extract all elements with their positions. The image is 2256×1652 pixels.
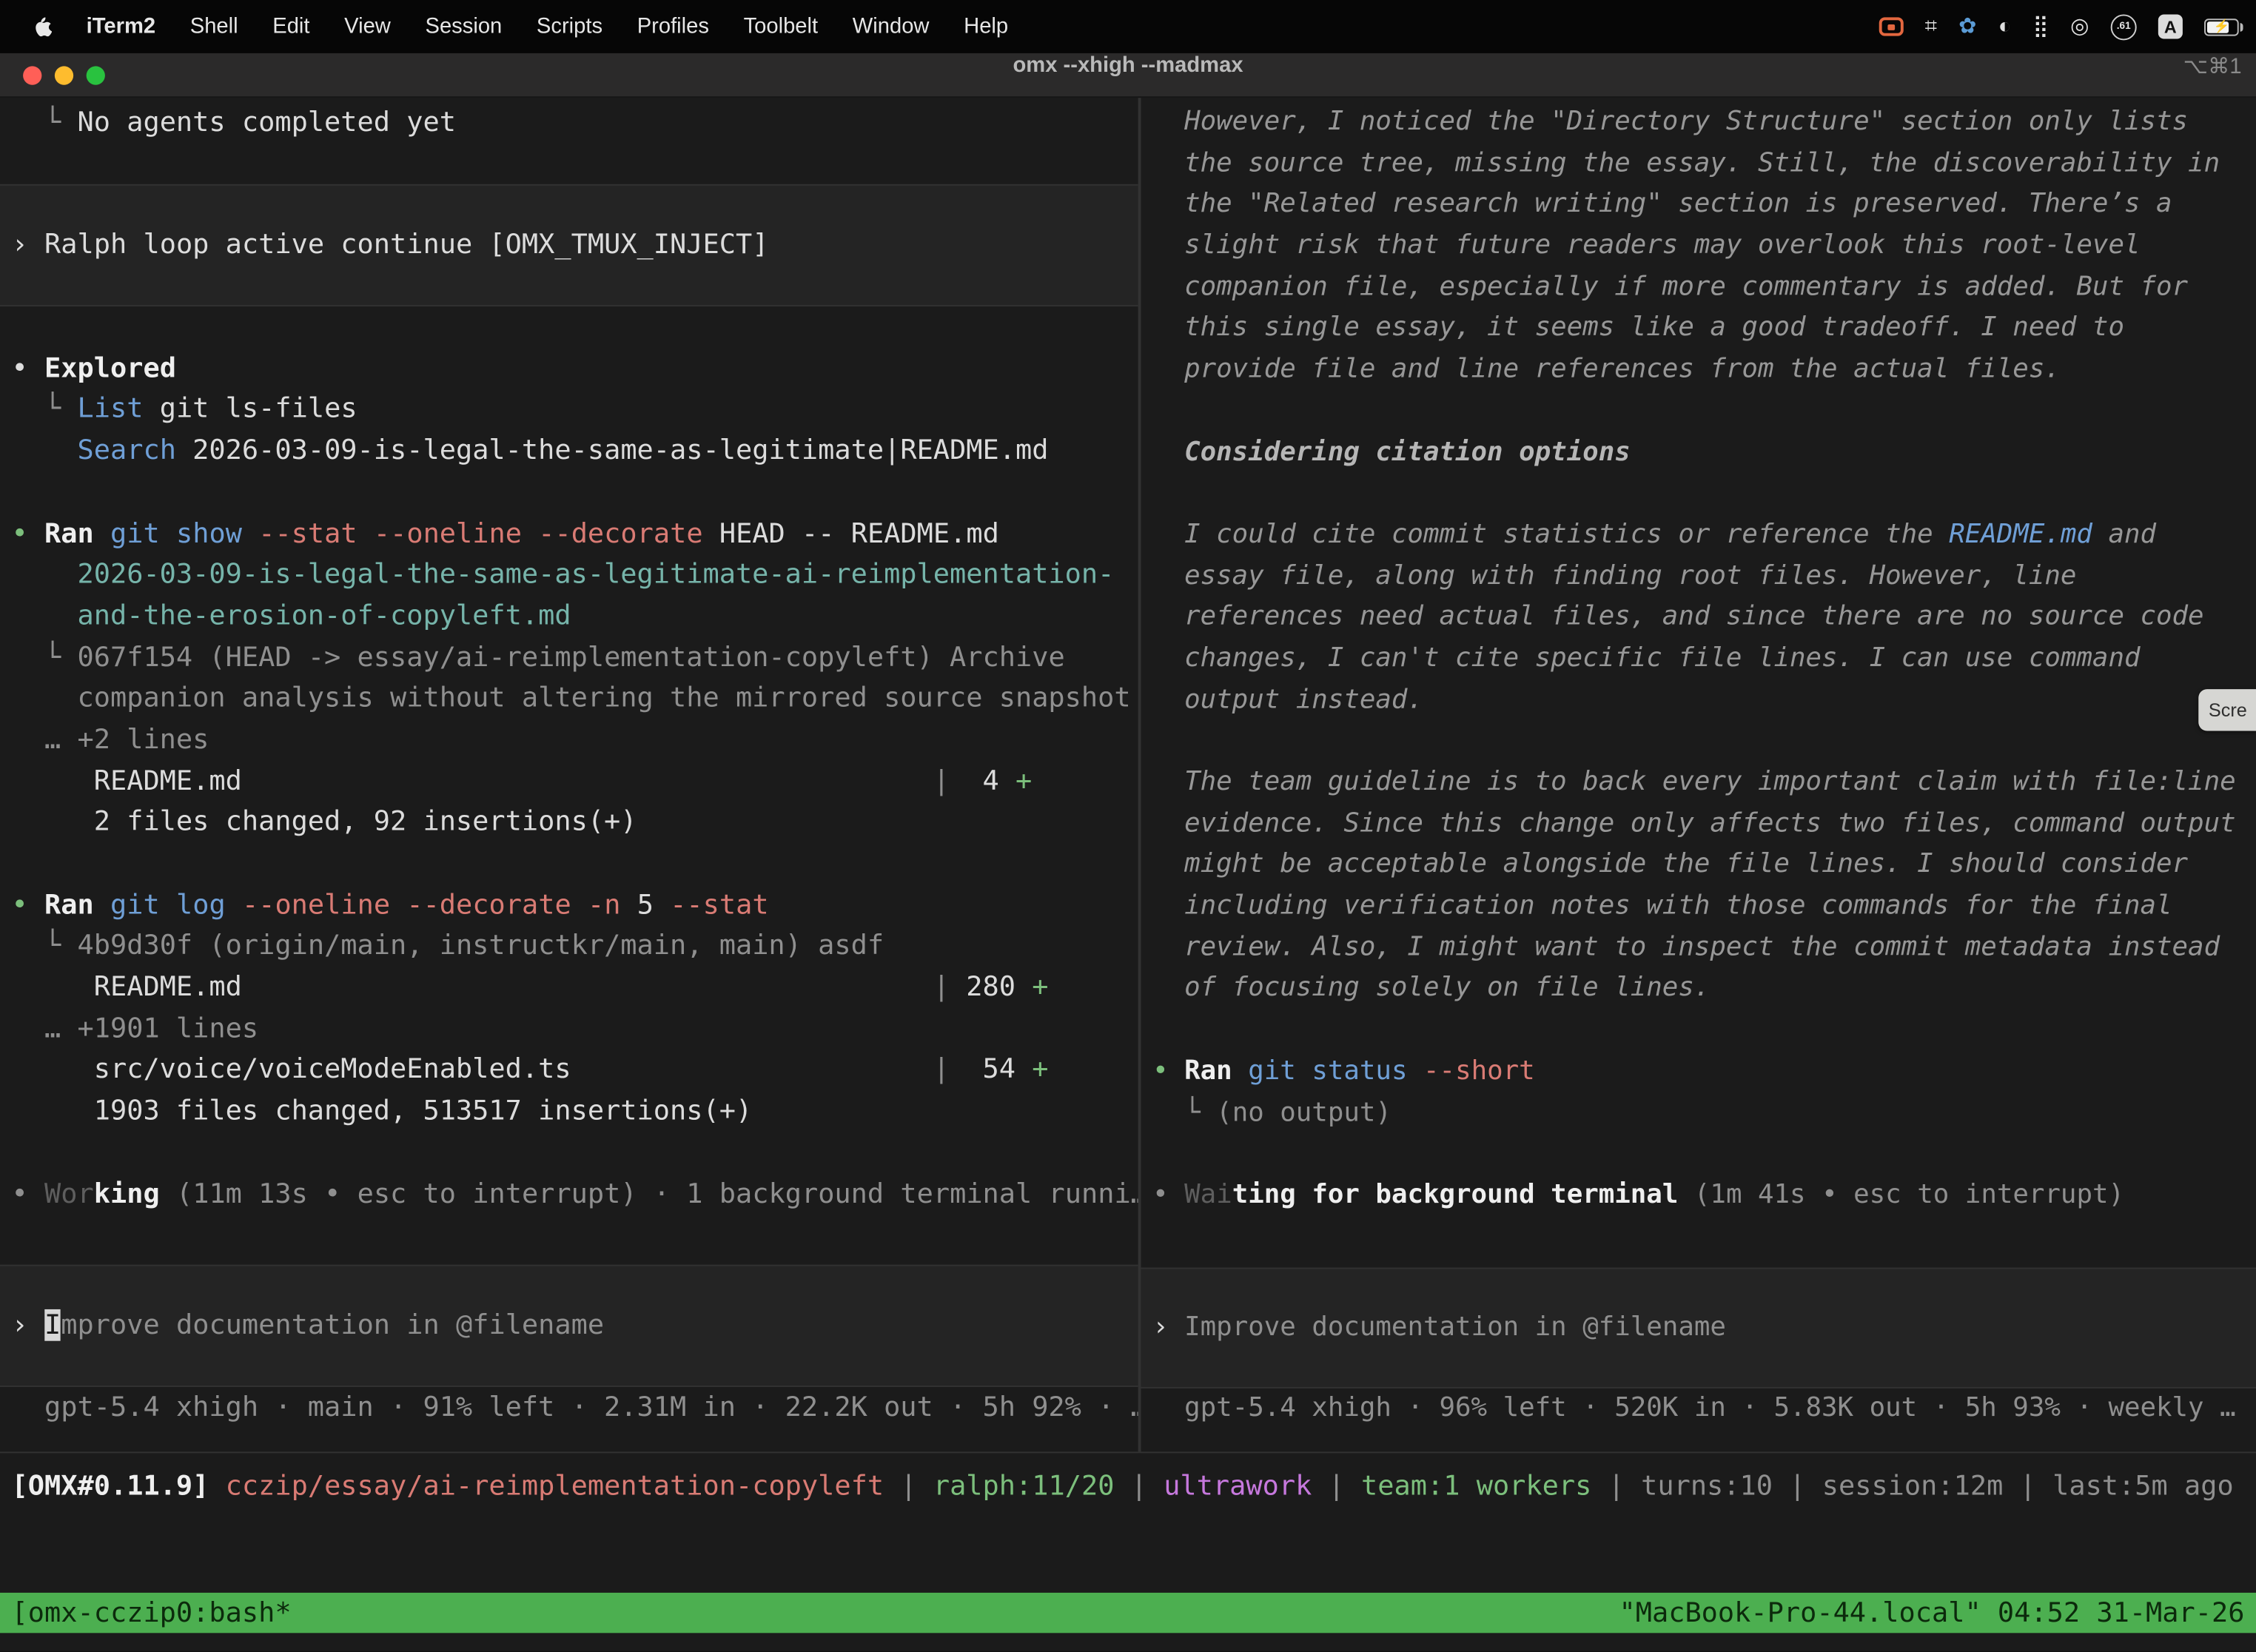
terminal-line: • Ran git show --stat --oneline --decora…	[12, 513, 1138, 554]
menubar-status-icons: ⌗ ✿ ◐ ⣿ ◎ .61 A ⚡	[1879, 0, 2238, 53]
terminal-line	[1152, 391, 2256, 432]
prompt-input-left[interactable]: › Improve documentation in @filename	[0, 1265, 1138, 1387]
right-pane[interactable]: However, I noticed the "Directory Struct…	[1141, 98, 2256, 1451]
spacer	[12, 1215, 13, 1265]
terminal-line	[12, 144, 1138, 185]
menu-left: iTerm2 Shell Edit View Session Scripts Profile…	[0, 14, 1008, 38]
app-icon-blue[interactable]: ✿	[1958, 16, 1976, 37]
keyboard-grid-icon[interactable]: ⌗	[1925, 16, 1937, 37]
input-source-badge[interactable]: A	[2158, 14, 2183, 38]
terminal-line: … +2 lines	[12, 719, 1138, 761]
terminal-line: references need actual files, and since …	[1152, 597, 2256, 639]
terminal-line: └ 4b9d30f (origin/main, instructkr/main,…	[12, 926, 1138, 967]
menu-item-session[interactable]: Session	[426, 14, 503, 38]
window-shortcut: ⌥⌘1	[2183, 53, 2242, 98]
terminal-line: provide file and line references from th…	[1152, 350, 2256, 392]
gauge-badge[interactable]: .61	[2111, 13, 2137, 39]
terminal-line	[1152, 474, 2256, 515]
menu-item-help[interactable]: Help	[964, 14, 1008, 38]
terminal-line: evidence. Since this change only affects…	[1152, 804, 2256, 845]
menu-item-toolbelt[interactable]: Toolbelt	[744, 14, 819, 38]
terminal-line: README.md | 280 +	[12, 967, 1138, 1008]
tmux-statusbar: [omx-cczip0:bash* "MacBook-Pro-44.local"…	[0, 1593, 2256, 1633]
screen-sharing-overlay[interactable]: Scre	[2198, 689, 2256, 731]
terminal-line: output instead.	[1152, 680, 2256, 722]
macos-menubar: iTerm2 Shell Edit View Session Scripts Profile…	[0, 0, 2256, 53]
left-pane[interactable]: └ No agents completed yet › Ralph loop ac…	[0, 98, 1138, 1451]
window-title: omx --xhigh --madmax	[0, 53, 2256, 98]
terminal-line	[1152, 1134, 2256, 1175]
menu-item-window[interactable]: Window	[853, 14, 930, 38]
terminal-line: 2026-03-09-is-legal-the-same-as-legitima…	[12, 554, 1138, 596]
terminal-line: might be acceptable alongside the file l…	[1152, 845, 2256, 887]
terminal-line: including verification notes with those …	[1152, 887, 2256, 928]
terminal-line: └ (no output)	[1152, 1092, 2256, 1134]
terminal-line	[12, 471, 1138, 513]
terminal-line: the source tree, missing the essay. Stil…	[1152, 144, 2256, 185]
spacer	[1152, 1217, 1154, 1267]
terminal-line: 2 files changed, 92 insertions(+)	[12, 802, 1138, 843]
terminal-line: Considering citation options	[1152, 432, 2256, 474]
menu-item-scripts[interactable]: Scripts	[537, 14, 602, 38]
terminal-line: • Explored	[12, 348, 1138, 389]
screen-recording-indicator[interactable]	[1879, 17, 1903, 36]
screen: iTerm2 Shell Edit View Session Scripts Profile…	[0, 0, 2256, 1652]
terminal-window: └ No agents completed yet › Ralph loop ac…	[0, 98, 2256, 1651]
terminal-line: gpt-5.4 xhigh · main · 91% left · 2.31M …	[12, 1387, 1138, 1428]
terminal-line: … +1901 lines	[12, 1008, 1138, 1050]
terminal-line: • Waiting for background terminal (1m 41…	[1152, 1175, 2256, 1217]
dots-grid-icon[interactable]: ⣿	[2033, 16, 2049, 37]
screen-sharing-overlay-label: Scre	[2209, 699, 2247, 721]
menu-item-view[interactable]: View	[344, 14, 391, 38]
battery-icon[interactable]: ⚡	[2204, 18, 2239, 35]
app-icon-ring[interactable]: ◎	[2070, 16, 2089, 37]
terminal-line	[12, 1132, 1138, 1173]
menu-item-shell[interactable]: Shell	[190, 14, 238, 38]
omx-status-line: [OMX#0.11.9] cczip/essay/ai-reimplementa…	[12, 1471, 2234, 1512]
ralph-loop-banner: › Ralph loop active continue [OMX_TMUX_I…	[0, 185, 1138, 307]
terminal-line: Search 2026-03-09-is-legal-the-same-as-l…	[12, 430, 1138, 471]
left-pane-content: └ No agents completed yet› Ralph loop ac…	[12, 102, 1138, 1428]
terminal-line	[1152, 1010, 2256, 1052]
terminal-line: companion file, especially if more comme…	[1152, 267, 2256, 309]
terminal-line: and-the-erosion-of-copyleft.md	[12, 596, 1138, 637]
apple-menu-icon[interactable]	[32, 14, 52, 38]
terminal-line: of focusing solely on file lines.	[1152, 969, 2256, 1010]
tmux-session-label: [omx-cczip0:bash*	[12, 1593, 292, 1633]
terminal-line: essay file, along with finding root file…	[1152, 556, 2256, 597]
terminal-line: • Working (11m 13s • esc to interrupt) ·…	[12, 1173, 1138, 1215]
pane-bottom-border	[0, 1451, 2256, 1453]
terminal-line: └ No agents completed yet	[12, 102, 1138, 144]
window-titlebar: omx --xhigh --madmax ⌥⌘1	[0, 53, 2256, 98]
terminal-line: I could cite commit statistics or refere…	[1152, 515, 2256, 557]
app-icon-circle[interactable]: ◐	[1998, 16, 2012, 37]
menu-items: iTerm2 Shell Edit View Session Scripts Profile…	[87, 14, 1008, 38]
terminal-line: However, I noticed the "Directory Struct…	[1152, 102, 2256, 144]
terminal-line: this single essay, it seems like a good …	[1152, 309, 2256, 350]
tmux-host-clock: "MacBook-Pro-44.local" 04:52 31-Mar-26	[1619, 1593, 2244, 1633]
terminal-line: └ 067f154 (HEAD -> essay/ai-reimplementa…	[12, 637, 1138, 678]
terminal-line: the "Related research writing" section i…	[1152, 185, 2256, 226]
right-pane-content: However, I noticed the "Directory Struct…	[1152, 102, 2256, 1430]
terminal-line: README.md | 4 +	[12, 761, 1138, 802]
terminal-line: 1903 files changed, 513517 insertions(+)	[12, 1091, 1138, 1132]
terminal-line	[12, 306, 1138, 348]
terminal-line: src/voice/voiceModeEnabled.ts | 54 +	[12, 1050, 1138, 1091]
terminal-line: The team guideline is to back every impo…	[1152, 762, 2256, 804]
terminal-line: companion analysis without altering the …	[12, 678, 1138, 719]
terminal-line: review. Also, I might want to inspect th…	[1152, 927, 2256, 969]
terminal-line	[12, 843, 1138, 884]
menu-item-profiles[interactable]: Profiles	[637, 14, 709, 38]
terminal-line: slight risk that future readers may over…	[1152, 226, 2256, 267]
terminal-line: • Ran git log --oneline --decorate -n 5 …	[12, 884, 1138, 926]
menu-item-iterm2[interactable]: iTerm2	[87, 14, 155, 38]
terminal-line: changes, I can't cite specific file line…	[1152, 639, 2256, 680]
menu-item-edit[interactable]: Edit	[272, 14, 309, 38]
terminal-line: • Ran git status --short	[1152, 1052, 2256, 1093]
terminal-line: gpt-5.4 xhigh · 96% left · 520K in · 5.8…	[1152, 1389, 2256, 1430]
prompt-input-right[interactable]: › Improve documentation in @filename	[1141, 1267, 2256, 1389]
terminal-line: └ List git ls-files	[12, 389, 1138, 431]
terminal-line	[1152, 722, 2256, 763]
